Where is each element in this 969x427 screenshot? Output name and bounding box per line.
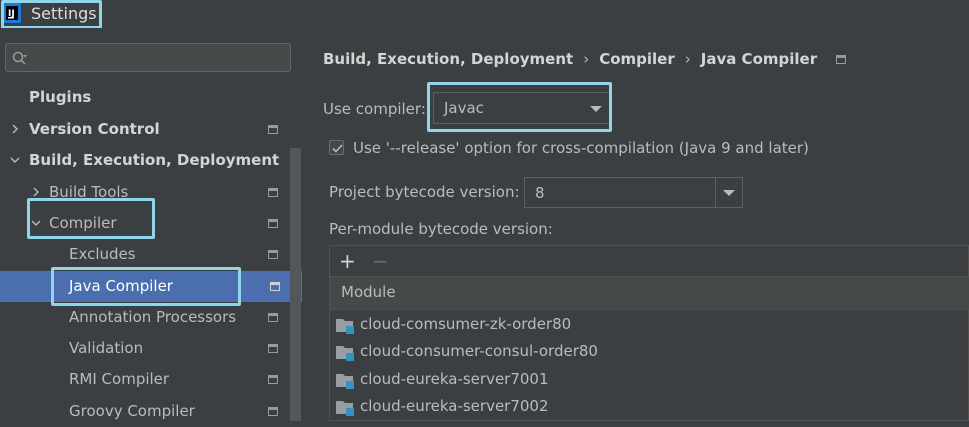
search-icon	[12, 51, 27, 65]
sidebar-item-label: Version Control	[29, 120, 160, 138]
chevron-right-icon[interactable]	[10, 124, 20, 134]
project-settings-icon	[836, 55, 847, 64]
project-settings-icon	[268, 219, 278, 228]
project-settings-icon	[268, 188, 278, 197]
project-settings-icon	[268, 250, 278, 259]
project-settings-icon	[268, 407, 278, 416]
chevron-right-icon[interactable]	[31, 187, 41, 197]
module-name: cloud-consumer-consul-order80	[360, 342, 598, 360]
breadcrumb: Build, Execution, Deployment › Compiler › Ja…	[323, 50, 847, 68]
sidebar-item-java-compiler[interactable]: Java Compiler	[0, 271, 302, 302]
module-column-header: Module	[341, 283, 396, 301]
per-module-bytecode-label: Per-module bytecode version:	[329, 220, 553, 238]
sidebar-item-build-tools[interactable]: Build Tools	[0, 177, 290, 208]
chevron-right-separator: ›	[684, 50, 691, 68]
sidebar-scrollbar[interactable]	[290, 148, 301, 421]
use-compiler-value: Javac	[444, 99, 484, 117]
table-header[interactable]: Module	[330, 276, 969, 310]
module-folder-icon	[336, 319, 354, 334]
sidebar-item-label: Build, Execution, Deployment	[29, 151, 280, 169]
project-settings-icon	[268, 125, 278, 134]
table-row[interactable]: cloud-comsumer-zk-order80	[330, 312, 969, 339]
remove-module-button[interactable]: −	[372, 250, 389, 272]
project-settings-icon	[270, 282, 280, 291]
breadcrumb-item: Compiler	[599, 50, 675, 68]
sidebar-item-plugins[interactable]: Plugins	[0, 82, 290, 113]
chevron-right-separator: ›	[583, 50, 590, 68]
sidebar-item-compiler[interactable]: Compiler	[0, 208, 290, 239]
sidebar-item-label: Validation	[69, 339, 144, 357]
breadcrumb-item: Java Compiler	[700, 50, 818, 68]
release-option-checkbox[interactable]	[329, 140, 344, 155]
sidebar-item-excludes[interactable]: Excludes	[0, 239, 290, 270]
bytecode-version-label: Project bytecode version:	[329, 183, 520, 201]
sidebar-item-version-control[interactable]: Version Control	[0, 114, 290, 145]
module-folder-icon	[336, 374, 354, 389]
table-row[interactable]: cloud-eureka-server7002	[330, 394, 969, 421]
module-name: cloud-comsumer-zk-order80	[360, 315, 572, 333]
module-bytecode-table: + − Module cloud-comsumer-zk-order80 clo…	[329, 245, 969, 421]
dropdown-arrow-icon[interactable]	[723, 190, 735, 196]
module-folder-icon	[336, 401, 354, 416]
sidebar-item-annotation-processors[interactable]: Annotation Processors	[0, 302, 290, 333]
module-name: cloud-eureka-server7002	[360, 397, 549, 415]
chevron-down-icon[interactable]	[31, 218, 41, 228]
sidebar-item-label: Groovy Compiler	[69, 402, 195, 420]
window-title: Settings	[31, 4, 97, 23]
combo-divider	[715, 178, 716, 207]
project-settings-icon	[268, 344, 278, 353]
sidebar-item-label: Annotation Processors	[69, 308, 237, 326]
settings-sidebar: Plugins Version Control Build, Execution…	[0, 28, 302, 421]
sidebar-item-build-execution-deployment[interactable]: Build, Execution, Deployment	[0, 145, 290, 176]
intellij-app-icon: IJ	[3, 3, 21, 23]
bytecode-version-value: 8	[535, 184, 545, 202]
bytecode-version-combo[interactable]: 8	[524, 177, 743, 208]
release-option-label[interactable]: Use '--release' option for cross-compila…	[353, 139, 809, 157]
add-module-button[interactable]: +	[339, 250, 356, 272]
sidebar-item-label: Build Tools	[49, 183, 129, 201]
use-compiler-dropdown[interactable]: Javac	[433, 92, 610, 124]
project-settings-icon	[268, 375, 278, 384]
module-folder-icon	[336, 346, 354, 361]
java-compiler-settings-panel: Build, Execution, Deployment › Compiler › Ja…	[302, 28, 969, 421]
settings-search-input[interactable]	[5, 43, 291, 72]
chevron-down-icon[interactable]	[10, 155, 20, 165]
use-compiler-label: Use compiler:	[323, 100, 426, 118]
breadcrumb-item: Build, Execution, Deployment	[323, 50, 574, 68]
module-name: cloud-eureka-server7001	[360, 370, 549, 388]
sidebar-item-label: Compiler	[49, 214, 117, 232]
sidebar-item-label: Java Compiler	[69, 277, 173, 295]
checkmark-icon	[332, 144, 343, 153]
sidebar-item-validation[interactable]: Validation	[0, 333, 290, 364]
dropdown-arrow-icon	[590, 106, 602, 112]
table-row[interactable]: cloud-consumer-consul-order80	[330, 339, 969, 366]
title-bar: IJ Settings	[0, 0, 969, 28]
project-settings-icon	[268, 313, 278, 322]
sidebar-item-groovy-compiler[interactable]: Groovy Compiler	[0, 396, 290, 427]
sidebar-item-label: Excludes	[69, 245, 136, 263]
sidebar-item-label: RMI Compiler	[69, 370, 170, 388]
sidebar-item-label: Plugins	[29, 88, 92, 106]
sidebar-item-rmi-compiler[interactable]: RMI Compiler	[0, 364, 290, 395]
table-row[interactable]: cloud-eureka-server7001	[330, 367, 969, 394]
